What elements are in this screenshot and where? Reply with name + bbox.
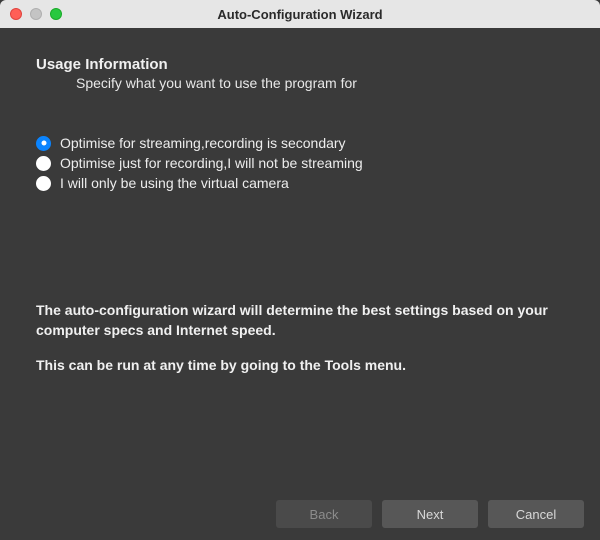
window-title: Auto-Configuration Wizard <box>0 7 600 22</box>
radio-icon[interactable] <box>36 176 51 191</box>
section-heading: Usage Information <box>36 56 564 73</box>
usage-options: Optimise for streaming,recording is seco… <box>36 135 564 191</box>
radio-icon[interactable] <box>36 156 51 171</box>
back-button: Back <box>276 500 372 528</box>
option-label: Optimise just for recording,I will not b… <box>60 155 363 171</box>
info-line-2: This can be run at any time by going to … <box>36 356 564 376</box>
minimize-icon <box>30 8 42 20</box>
maximize-icon[interactable] <box>50 8 62 20</box>
button-bar: Back Next Cancel <box>276 500 584 528</box>
wizard-content: Usage Information Specify what you want … <box>0 28 600 488</box>
info-line-1: The auto-configuration wizard will deter… <box>36 301 564 340</box>
next-button[interactable]: Next <box>382 500 478 528</box>
cancel-button[interactable]: Cancel <box>488 500 584 528</box>
radio-icon[interactable] <box>36 136 51 151</box>
option-label: I will only be using the virtual camera <box>60 175 289 191</box>
titlebar: Auto-Configuration Wizard <box>0 0 600 28</box>
traffic-lights <box>0 8 62 20</box>
option-streaming[interactable]: Optimise for streaming,recording is seco… <box>36 135 564 151</box>
section-subheading: Specify what you want to use the program… <box>76 75 564 91</box>
option-label: Optimise for streaming,recording is seco… <box>60 135 346 151</box>
info-text: The auto-configuration wizard will deter… <box>36 301 564 376</box>
option-recording[interactable]: Optimise just for recording,I will not b… <box>36 155 564 171</box>
close-icon[interactable] <box>10 8 22 20</box>
option-virtual-camera[interactable]: I will only be using the virtual camera <box>36 175 564 191</box>
